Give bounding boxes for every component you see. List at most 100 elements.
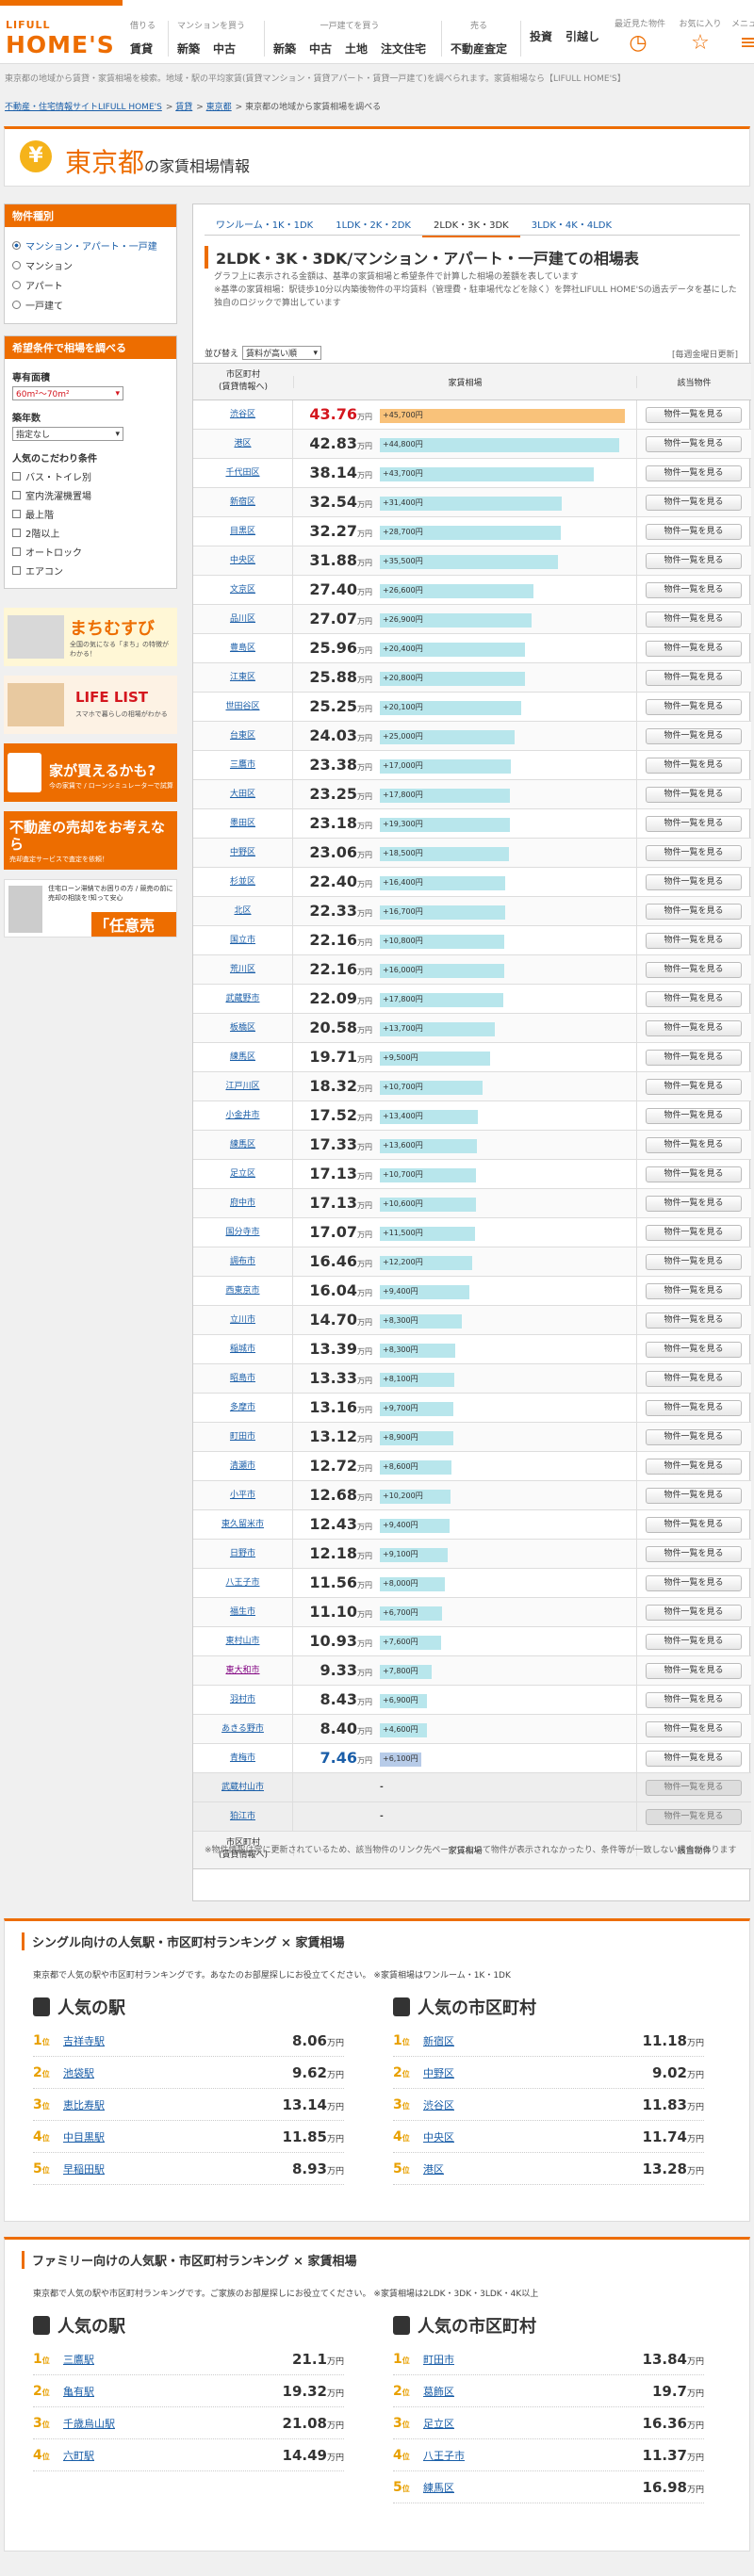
city-link[interactable]: 府中市 [230, 1198, 255, 1208]
view-listings-button[interactable]: 物件一覧を見る [646, 1079, 742, 1095]
view-listings-button[interactable]: 物件一覧を見る [646, 904, 742, 920]
city-link[interactable]: 練馬区 [230, 1052, 255, 1062]
nav-other[interactable]: 投資 引越し [530, 19, 599, 57]
city-link[interactable]: 国立市 [230, 936, 255, 945]
view-listings-button[interactable]: 物件一覧を見る [646, 1342, 742, 1358]
city-link[interactable]: 荒川区 [230, 965, 255, 974]
city-link[interactable]: 中野区 [230, 848, 255, 857]
ranking-link[interactable]: 亀有駅 [63, 2384, 283, 2399]
view-listings-button[interactable]: 物件一覧を見る [646, 407, 742, 423]
banner-sell[interactable]: 不動産の売却をお考えなら 売却査定サービスで査定を依頼！ [4, 811, 177, 870]
city-link[interactable]: 国分寺市 [225, 1228, 259, 1237]
type-radio-house[interactable]: 一戸建て [12, 298, 169, 312]
view-listings-button[interactable]: 物件一覧を見る [646, 1605, 742, 1621]
view-listings-button[interactable]: 物件一覧を見る [646, 524, 742, 540]
view-listings-button[interactable]: 物件一覧を見る [646, 1517, 742, 1533]
city-link[interactable]: 小金井市 [225, 1111, 259, 1120]
city-link[interactable]: 武蔵野市 [225, 994, 259, 1003]
view-listings-button[interactable]: 物件一覧を見る [646, 1254, 742, 1270]
city-link[interactable]: 立川市 [230, 1315, 255, 1325]
view-listings-button[interactable]: 物件一覧を見る [646, 1546, 742, 1562]
banner-machimusubi[interactable]: まちむすび 全国の気になる「まち」の特徴がわかる！ [4, 608, 177, 666]
ranking-link[interactable]: 八王子市 [423, 2448, 643, 2463]
city-link[interactable]: 羽村市 [230, 1695, 255, 1704]
type-radio-mansion[interactable]: マンション [12, 258, 169, 272]
check-2f[interactable]: 2階以上 [12, 526, 169, 540]
view-listings-button[interactable]: 物件一覧を見る [646, 582, 742, 598]
view-listings-button[interactable]: 物件一覧を見る [646, 1575, 742, 1591]
history-button[interactable]: 最近見た物件 ◷ [615, 17, 665, 55]
check-autolock[interactable]: オートロック [12, 545, 169, 559]
view-listings-button[interactable]: 物件一覧を見る [646, 874, 742, 890]
city-link[interactable]: 東村山市 [225, 1637, 259, 1646]
city-link[interactable]: 目黒区 [230, 527, 255, 536]
city-link[interactable]: 昭島市 [230, 1374, 255, 1383]
check-washer[interactable]: 室内洗濯機置場 [12, 488, 169, 502]
view-listings-button[interactable]: 物件一覧を見る [646, 1459, 742, 1475]
city-link[interactable]: 西東京市 [225, 1286, 259, 1296]
view-listings-button[interactable]: 物件一覧を見る [646, 641, 742, 657]
ranking-link[interactable]: 中央区 [423, 2129, 643, 2144]
city-link[interactable]: 江東区 [230, 673, 255, 682]
view-listings-button[interactable]: 物件一覧を見る [646, 787, 742, 803]
banner-nin-i-baikyaku[interactable]: 住宅ローン滞納でお困りの方 / 競売の前に売却の相談を!知って安心 「任意売却」 [4, 879, 177, 937]
city-link[interactable]: 世田谷区 [225, 702, 259, 711]
sort-select[interactable]: 賃料が高い順 ▾ [242, 346, 322, 360]
type-radio-apartment[interactable]: アパート [12, 278, 169, 292]
city-link[interactable]: 渋谷区 [230, 410, 255, 419]
view-listings-button[interactable]: 物件一覧を見る [646, 611, 742, 628]
city-link[interactable]: 杉並区 [230, 877, 255, 887]
breadcrumb-tokyo[interactable]: 東京都 [206, 103, 232, 112]
city-link[interactable]: 台東区 [230, 731, 255, 741]
view-listings-button[interactable]: 物件一覧を見る [646, 1020, 742, 1036]
city-link[interactable]: 墨田区 [230, 819, 255, 828]
view-listings-button[interactable]: 物件一覧を見る [646, 670, 742, 686]
ranking-link[interactable]: 吉祥寺駅 [63, 2033, 292, 2048]
check-aircon[interactable]: エアコン [12, 563, 169, 578]
city-link[interactable]: 千代田区 [225, 468, 259, 478]
view-listings-button[interactable]: 物件一覧を見る [646, 1663, 742, 1679]
ranking-link[interactable]: 恵比寿駅 [63, 2097, 283, 2112]
view-listings-button[interactable]: 物件一覧を見る [646, 1751, 742, 1767]
banner-lifelist[interactable]: LIFE LIST スマホで暮らしの相場がわかる [4, 676, 177, 734]
city-link[interactable]: 大田区 [230, 790, 255, 799]
view-listings-button[interactable]: 物件一覧を見る [646, 1196, 742, 1212]
city-link[interactable]: 福生市 [230, 1607, 255, 1617]
ranking-link[interactable]: 千歳烏山駅 [63, 2416, 283, 2431]
city-link[interactable]: 港区 [234, 439, 251, 448]
breadcrumb-home[interactable]: 不動産・住宅情報サイトLIFULL HOME'S [5, 103, 162, 112]
area-select[interactable]: 60m²〜70m² ▾ [12, 386, 123, 400]
city-link[interactable]: 日野市 [230, 1549, 255, 1558]
city-link[interactable]: 調布市 [230, 1257, 255, 1266]
ranking-link[interactable]: 中野区 [423, 2065, 652, 2080]
view-listings-button[interactable]: 物件一覧を見る [646, 1780, 742, 1796]
city-link[interactable]: 稲城市 [230, 1345, 255, 1354]
ranking-link[interactable]: 町田市 [423, 2352, 643, 2367]
city-link[interactable]: あきる野市 [221, 1724, 264, 1734]
view-listings-button[interactable]: 物件一覧を見る [646, 436, 742, 452]
menu-button[interactable]: メニュー≡ [729, 17, 754, 55]
tab-1k[interactable]: ワンルーム・1K・1DK [205, 212, 324, 237]
view-listings-button[interactable]: 物件一覧を見る [646, 1108, 742, 1124]
nav-rent[interactable]: 借りる 賃貸 [130, 19, 156, 57]
view-listings-button[interactable]: 物件一覧を見る [646, 933, 742, 949]
view-listings-button[interactable]: 物件一覧を見る [646, 553, 742, 569]
age-select[interactable]: 指定なし ▾ [12, 427, 123, 441]
ranking-link[interactable]: 足立区 [423, 2416, 643, 2431]
city-link[interactable]: 練馬区 [230, 1140, 255, 1149]
view-listings-button[interactable]: 物件一覧を見る [646, 845, 742, 861]
breadcrumb-rent[interactable]: 賃貸 [175, 103, 192, 112]
city-link[interactable]: 東大和市 [225, 1666, 259, 1675]
tab-2dk[interactable]: 1LDK・2K・2DK [324, 212, 422, 237]
city-link[interactable]: 東久留米市 [221, 1520, 264, 1529]
view-listings-button[interactable]: 物件一覧を見る [646, 1400, 742, 1416]
banner-loan-sim[interactable]: 家が買えるかも? 今の家賃で / ローンシミュレーターで試算 [4, 743, 177, 802]
ranking-link[interactable]: 中目黒駅 [63, 2129, 283, 2144]
view-listings-button[interactable]: 物件一覧を見る [646, 1634, 742, 1650]
view-listings-button[interactable]: 物件一覧を見る [646, 816, 742, 832]
view-listings-button[interactable]: 物件一覧を見る [646, 991, 742, 1007]
view-listings-button[interactable]: 物件一覧を見る [646, 495, 742, 511]
view-listings-button[interactable]: 物件一覧を見る [646, 465, 742, 481]
ranking-link[interactable]: 池袋駅 [63, 2065, 292, 2080]
city-link[interactable]: 小平市 [230, 1491, 255, 1500]
